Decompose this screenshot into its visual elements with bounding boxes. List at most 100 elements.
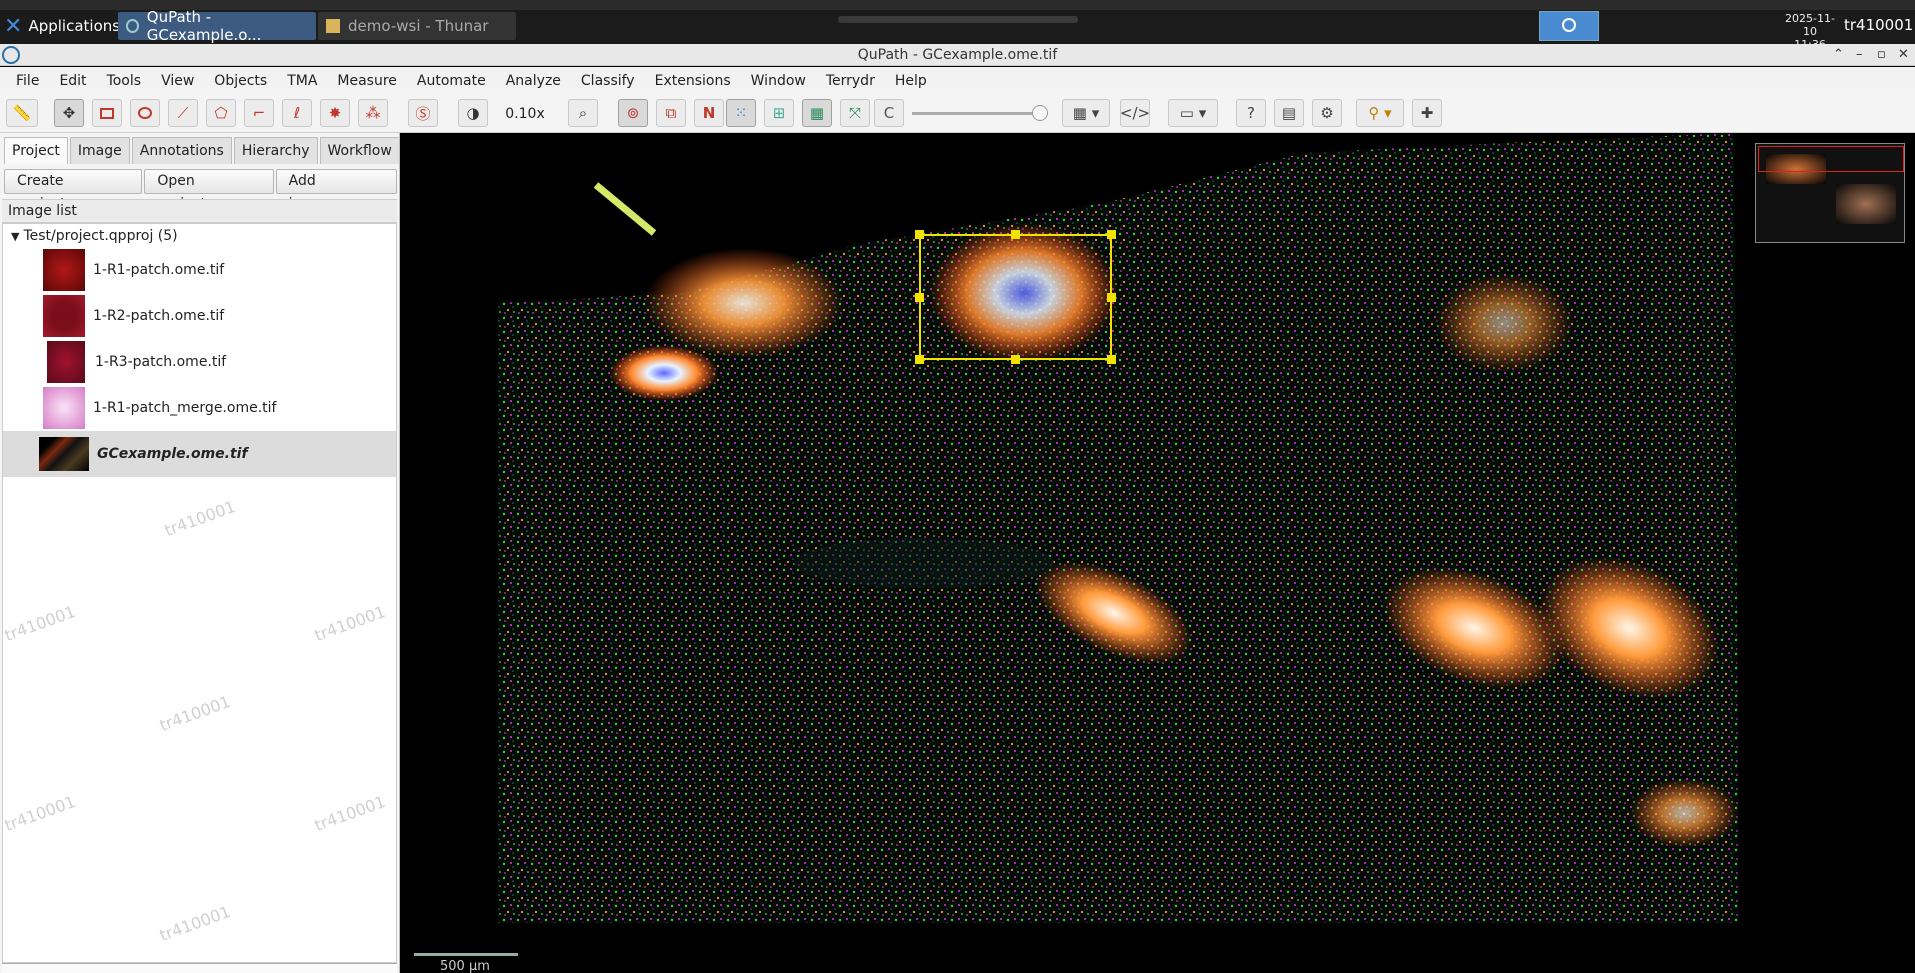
search-tray-button[interactable] [1539, 11, 1599, 41]
show-tma-icon[interactable]: ⁙ [726, 99, 756, 127]
ruler-icon[interactable]: 📏 [6, 99, 38, 127]
contrast-icon[interactable]: ◑ [458, 99, 488, 127]
fill-detections-icon[interactable]: ▦ [802, 99, 832, 127]
image-viewer[interactable]: 500 µm tr410001 tr410001 [404, 133, 1915, 973]
polygon-icon[interactable]: ⬠ [206, 99, 236, 127]
menu-extensions[interactable]: Extensions [645, 73, 741, 89]
settings-icon[interactable]: ⚙ [1312, 99, 1342, 127]
image-list-label: Image list [2, 199, 397, 223]
menu-measure[interactable]: Measure [327, 73, 407, 89]
task-thunar[interactable]: demo-wsi - Thunar [318, 12, 516, 40]
menu-edit[interactable]: Edit [49, 73, 96, 89]
tab-workflow[interactable]: Workflow [319, 137, 400, 164]
add-images-button[interactable]: Add images... [275, 169, 397, 212]
project-root-node[interactable]: ▼ Test/project.qpproj (5) [11, 226, 178, 247]
menu-objects[interactable]: Objects [204, 73, 277, 89]
menu-help[interactable]: Help [885, 73, 937, 89]
resize-handle[interactable] [1107, 293, 1116, 302]
expand-triangle-icon[interactable]: ▼ [11, 230, 19, 243]
applications-menu-button[interactable]: ✕ Applications [0, 12, 124, 40]
log-icon[interactable]: ▤ [1274, 99, 1304, 127]
resize-handle[interactable] [915, 355, 924, 364]
resize-handle[interactable] [915, 293, 924, 302]
toolbar: 📏 ✥ ⟋ ⬠ ⌐ ℓ ✸ ⁂ Ⓢ ◑ 0.10x ⌕ ⊚ ⧉ N ⁙ ⊞ ▦ … [0, 95, 1915, 133]
menu-view[interactable]: View [151, 73, 204, 89]
open-project-button[interactable]: Open project... [144, 169, 274, 212]
line-icon[interactable]: ⟋ [168, 99, 198, 127]
menu-file[interactable]: File [0, 73, 49, 89]
list-item[interactable]: 1-R1-patch.ome.tif [3, 247, 396, 293]
resize-handle[interactable] [1107, 230, 1116, 239]
watermark-text: tr410001 [156, 691, 233, 736]
show-annotations-icon[interactable]: ⊚ [618, 99, 648, 127]
resize-handle[interactable] [1011, 230, 1020, 239]
tab-image[interactable]: Image [69, 137, 130, 164]
rectangle-icon[interactable] [92, 99, 122, 127]
filter-input[interactable] [2, 963, 397, 973]
connections-icon[interactable]: ⤧ [840, 99, 870, 127]
menu-tma[interactable]: TMA [277, 73, 327, 89]
wand-icon[interactable]: ✸ [320, 99, 350, 127]
opacity-slider-knob[interactable] [1032, 105, 1048, 121]
maximize-icon[interactable]: ▫ [1877, 44, 1886, 66]
list-item[interactable]: GCexample.ome.tif [3, 431, 396, 477]
show-detections-icon[interactable]: ⊞ [764, 99, 794, 127]
user-name[interactable]: tr410001 [1844, 16, 1913, 34]
tissue-region [498, 133, 1739, 923]
image-name: GCexample.ome.tif [97, 446, 248, 462]
tissue-image [498, 133, 1739, 923]
image-name: 1-R2-patch.ome.tif [93, 308, 225, 324]
task-thunar-label: demo-wsi - Thunar [348, 17, 489, 35]
task-qupath[interactable]: QuPath - GCexample.o... [118, 8, 316, 44]
menu-classify[interactable]: Classify [571, 73, 645, 89]
fill-annotations-icon[interactable]: ⧉ [656, 99, 686, 127]
workspace-switcher[interactable] [838, 16, 1078, 23]
brush-style-icon[interactable]: ⚲ ▾ [1356, 99, 1404, 127]
watermark-text: tr410001 [1, 601, 78, 646]
project-root-label: Test/project.qpproj (5) [23, 228, 178, 244]
resize-handle[interactable] [1011, 355, 1020, 364]
script-icon[interactable]: </> [1120, 99, 1150, 127]
menu-window[interactable]: Window [741, 73, 816, 89]
menu-automate[interactable]: Automate [407, 73, 496, 89]
window-up-icon[interactable]: ⌃ [1833, 44, 1844, 66]
tab-hierarchy[interactable]: Hierarchy [233, 137, 318, 164]
selection-mode-icon[interactable]: Ⓢ [408, 99, 438, 127]
points-icon[interactable]: ⁂ [358, 99, 388, 127]
close-icon[interactable]: ✕ [1898, 44, 1909, 66]
image-name: 1-R3-patch.ome.tif [95, 354, 227, 370]
tab-annotations[interactable]: Annotations [131, 137, 232, 164]
applications-label: Applications [28, 17, 121, 35]
display-icon[interactable]: ▭ ▾ [1168, 99, 1218, 127]
zoom-to-fit-icon[interactable]: ⌕ [568, 99, 598, 127]
resize-handle[interactable] [1107, 355, 1116, 364]
menu-tools[interactable]: Tools [97, 73, 152, 89]
overview-thumbnail[interactable] [1755, 143, 1905, 243]
grid-icon[interactable]: ▦ ▾ [1062, 99, 1110, 127]
create-project-button[interactable]: Create project... [4, 169, 143, 212]
resize-handle[interactable] [915, 230, 924, 239]
brush-icon[interactable]: ℓ [282, 99, 312, 127]
list-item[interactable]: 1-R3-patch.ome.tif [3, 339, 396, 385]
move-icon[interactable]: ✥ [54, 99, 84, 127]
help-icon[interactable]: ? [1236, 99, 1266, 127]
watermark-text: tr410001 [156, 901, 233, 946]
ellipse-icon[interactable] [130, 99, 160, 127]
menu-terrydr[interactable]: Terrydr [816, 73, 885, 89]
watermark-text: tr410001 [161, 496, 238, 541]
selected-rectangle-annotation[interactable] [919, 234, 1112, 360]
plugin-icon[interactable]: ✚ [1412, 99, 1442, 127]
opacity-slider-track[interactable] [912, 112, 1042, 115]
channel-c-icon[interactable]: C [874, 99, 904, 127]
search-icon [1562, 18, 1576, 32]
list-item[interactable]: 1-R1-patch_merge.ome.tif [3, 385, 396, 431]
minimize-icon[interactable]: – [1856, 44, 1863, 66]
tissue-vessel-area [644, 248, 844, 358]
list-item[interactable]: 1-R2-patch.ome.tif [3, 293, 396, 339]
image-thumbnail [43, 249, 85, 291]
tab-project[interactable]: Project [4, 137, 68, 164]
show-names-icon[interactable]: N [694, 99, 724, 127]
qupath-logo-icon [2, 46, 20, 64]
menu-analyze[interactable]: Analyze [496, 73, 571, 89]
polyline-icon[interactable]: ⌐ [244, 99, 274, 127]
